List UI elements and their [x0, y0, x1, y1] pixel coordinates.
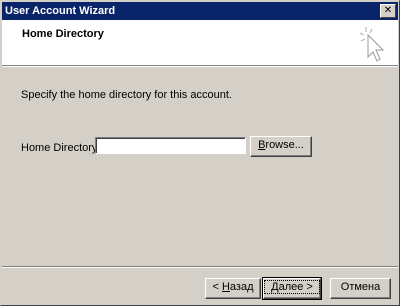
footer-divider [2, 266, 398, 268]
cancel-button[interactable]: Отмена [330, 278, 391, 299]
wizard-window: User Account Wizard ✕ Home Directory Spe… [0, 0, 400, 306]
cancel-label: Отмена [340, 281, 381, 293]
back-button[interactable]: < Назад [205, 278, 261, 299]
wizard-header: Home Directory [2, 20, 398, 65]
window-title: User Account Wizard [5, 5, 116, 17]
browse-button[interactable]: Browse... [250, 136, 312, 157]
close-button[interactable]: ✕ [380, 4, 396, 18]
back-mnemonic: Н [221, 281, 230, 293]
next-focus-rect: Далее > [264, 280, 320, 294]
next-label: алее > [278, 281, 313, 293]
back-label: азад [229, 281, 254, 293]
browse-label: rowse... [265, 139, 304, 151]
back-prefix: < [212, 281, 222, 293]
page-heading: Home Directory [22, 28, 104, 40]
header-divider [2, 65, 398, 67]
next-button[interactable]: Далее > [262, 277, 322, 300]
title-bar[interactable]: User Account Wizard ✕ [2, 2, 398, 20]
wizard-sparkle-icon [359, 27, 385, 62]
instructions-text: Specify the home directory for this acco… [21, 89, 232, 101]
home-directory-label: Home Directory: [21, 142, 101, 154]
home-directory-input[interactable] [95, 137, 246, 154]
close-icon: ✕ [383, 5, 393, 16]
next-mnemonic: Д [271, 281, 279, 293]
